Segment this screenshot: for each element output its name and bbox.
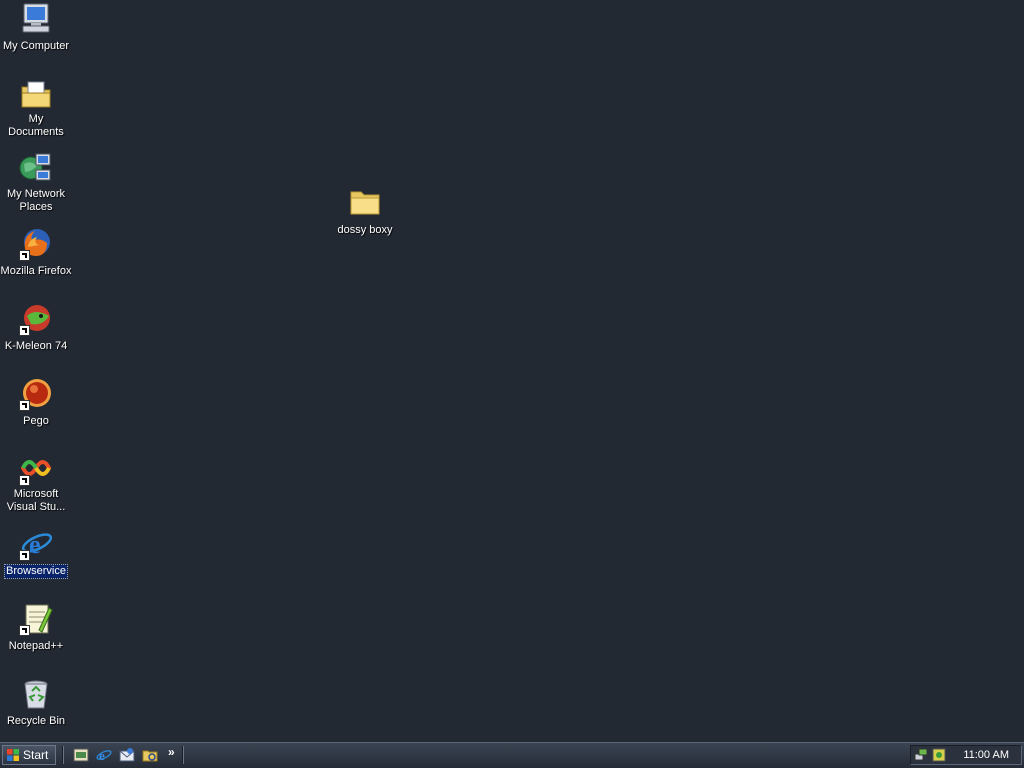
clock[interactable]: 11:00 AM: [963, 749, 1009, 761]
shortcut-arrow-icon: [19, 625, 30, 636]
network-places-icon: [19, 152, 53, 186]
taskbar-separator: [62, 746, 64, 764]
desktop-icon-browservice[interactable]: e Browservice: [0, 527, 73, 579]
desktop-icon-label: My Documents: [8, 113, 64, 138]
svg-text:e: e: [29, 530, 41, 559]
desktop-icon-label: My Network Places: [6, 188, 66, 213]
start-label: Start: [23, 748, 49, 762]
shortcut-arrow-icon: [19, 400, 30, 411]
k-meleon-icon: [19, 302, 53, 336]
desktop-icon-label: Microsoft Visual Stu...: [6, 488, 66, 513]
shortcut-arrow-icon: [19, 250, 30, 261]
desktop-icon-my-computer[interactable]: My Computer: [0, 2, 73, 54]
windows-explorer-icon[interactable]: [142, 747, 158, 763]
folder-icon: [348, 186, 382, 220]
network-icon[interactable]: [914, 748, 928, 762]
desktop-icon-label: Browservice: [4, 564, 68, 579]
system-tray: 11:00 AM: [910, 745, 1022, 765]
visual-studio-icon: [19, 452, 53, 486]
recycle-bin-icon: [19, 677, 53, 711]
my-computer-icon: [19, 2, 53, 36]
show-desktop-icon[interactable]: [73, 747, 89, 763]
taskbar-separator: [182, 746, 184, 764]
desktop-icon-label: Recycle Bin: [6, 715, 66, 727]
folder-label: dossy boxy: [337, 224, 393, 236]
desktop-icon-mozilla-firefox[interactable]: Mozilla Firefox: [0, 227, 73, 279]
desktop-icon-k-meleon[interactable]: K-Meleon 74: [0, 302, 73, 354]
firefox-icon: [19, 227, 53, 261]
start-button[interactable]: Start: [2, 745, 56, 765]
desktop-icon-recycle-bin[interactable]: Recycle Bin: [0, 677, 73, 729]
windows-logo-icon: [7, 749, 19, 761]
shortcut-arrow-icon: [19, 475, 30, 486]
notepad-plus-plus-icon: [19, 602, 53, 636]
outlook-express-icon[interactable]: [119, 747, 135, 763]
internet-explorer-icon: e: [19, 527, 53, 561]
taskbar: Start e » 11:00 AM: [0, 742, 1024, 768]
desktop-folder-dossy-boxy[interactable]: dossy boxy: [328, 186, 402, 238]
desktop-icon-pego[interactable]: Pego: [0, 377, 73, 429]
tray-app-icon[interactable]: [932, 748, 946, 762]
pego-icon: [19, 377, 53, 411]
desktop-icon-my-network-places[interactable]: My Network Places: [0, 152, 73, 215]
quick-launch-chevron-icon[interactable]: »: [168, 745, 175, 759]
shortcut-arrow-icon: [19, 550, 30, 561]
desktop-icon-my-documents[interactable]: My Documents: [0, 77, 73, 140]
desktop-icon-label: Pego: [23, 415, 49, 427]
shortcut-arrow-icon: [19, 325, 30, 336]
desktop-icon-notepad-plus-plus[interactable]: Notepad++: [0, 602, 73, 654]
my-documents-icon: [19, 77, 53, 111]
desktop-icon-label: Notepad++: [8, 640, 64, 652]
desktop-icon-label: K-Meleon 74: [4, 340, 68, 352]
svg-text:e: e: [99, 748, 105, 763]
internet-explorer-icon[interactable]: e: [96, 747, 112, 763]
desktop-icon-label: Mozilla Firefox: [0, 265, 72, 277]
desktop-icon-visual-studio[interactable]: Microsoft Visual Stu...: [0, 452, 73, 515]
desktop[interactable]: My Computer My Documents My Network Plac…: [0, 0, 1024, 742]
desktop-icon-label: My Computer: [2, 40, 70, 52]
